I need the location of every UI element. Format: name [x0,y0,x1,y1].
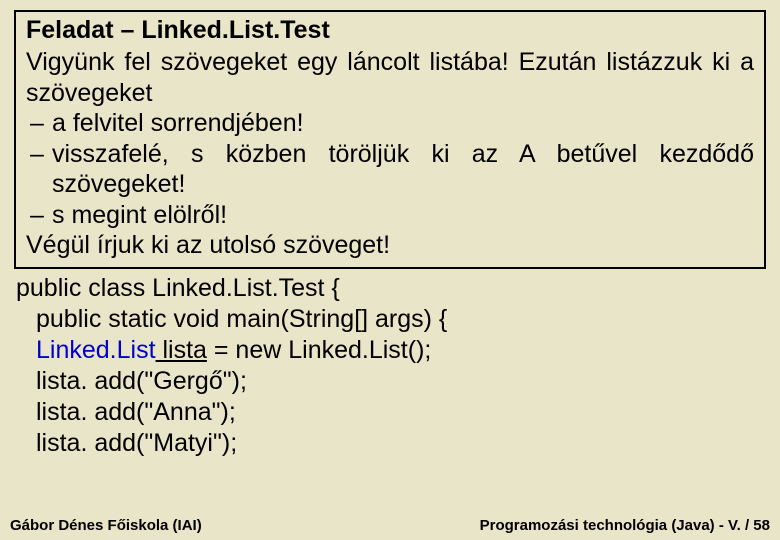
code-line: public class Linked.List.Test { [16,273,766,304]
task-box: Feladat – Linked.List.Test Vigyünk fel s… [14,10,766,269]
code-line: lista. add("Matyi"); [16,428,766,459]
task-outro: Végül írjuk ki az utolsó szöveget! [26,230,754,261]
task-list: a felvitel sorrendjében! visszafelé, s k… [26,108,754,230]
code-rest: = new Linked.List(); [207,336,431,364]
footer-right: Programozási technológia (Java) - V. / 5… [480,517,770,534]
list-item: a felvitel sorrendjében! [52,108,754,139]
slide: Feladat – Linked.List.Test Vigyünk fel s… [0,0,780,459]
footer: Gábor Dénes Főiskola (IAI) Programozási … [0,517,780,534]
list-item: s megint elölről! [52,200,754,231]
list-item: visszafelé, s közben töröljük ki az A be… [52,139,754,200]
code-line: Linked.List lista = new Linked.List(); [16,335,766,366]
code-block: public class Linked.List.Test { public s… [14,271,766,459]
code-line: lista. add("Anna"); [16,397,766,428]
task-intro: Vigyünk fel szövegeket egy láncolt listá… [26,47,754,108]
task-title: Feladat – Linked.List.Test [26,16,754,45]
code-var: lista [156,336,207,364]
code-line: lista. add("Gergő"); [16,366,766,397]
footer-left: Gábor Dénes Főiskola (IAI) [10,517,202,534]
code-line: public static void main(String[] args) { [16,304,766,335]
task-body: Vigyünk fel szövegeket egy láncolt listá… [26,47,754,261]
code-type: Linked.List [36,336,156,364]
